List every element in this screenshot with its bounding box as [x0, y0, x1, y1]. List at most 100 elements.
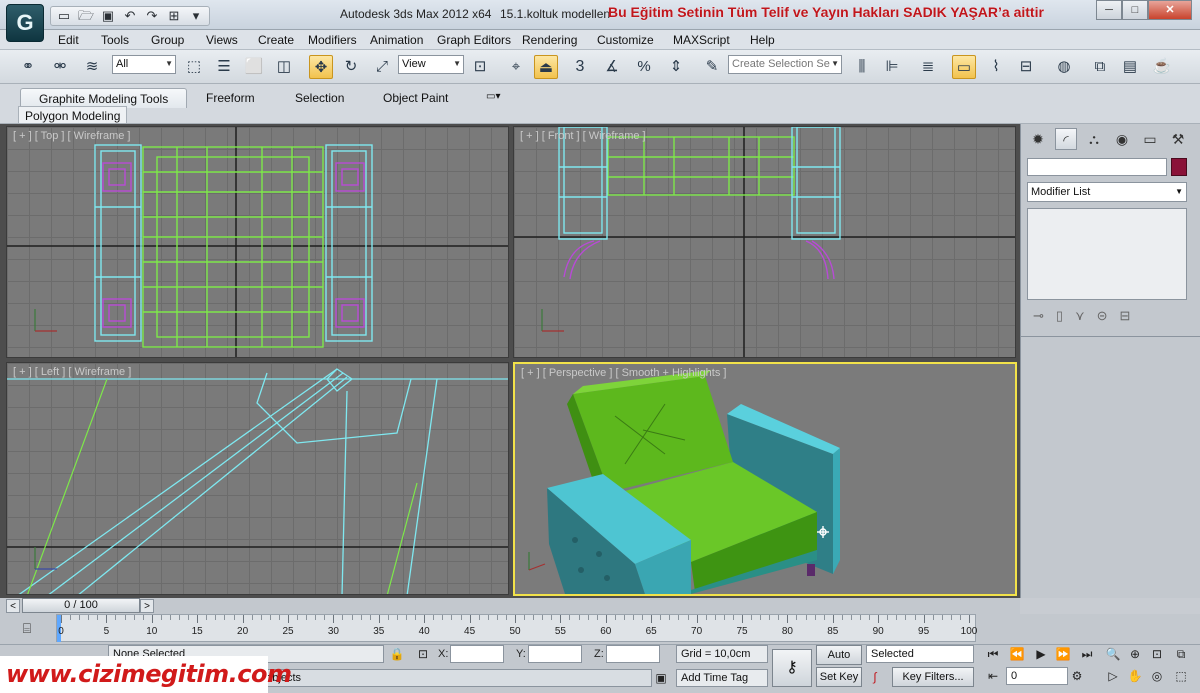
lock-selection-icon[interactable]: 🔒	[388, 645, 406, 663]
modify-tab-icon[interactable]: ◜	[1055, 128, 1077, 150]
quick-access-dropdown-icon[interactable]: ▾	[187, 8, 205, 24]
reference-coordinate-dropdown[interactable]: View	[398, 55, 464, 74]
key-tangents-icon[interactable]: ∫	[866, 668, 884, 686]
material-editor-icon[interactable]: ◍	[1052, 55, 1076, 79]
menu-graph-editors[interactable]: Graph Editors	[437, 33, 511, 47]
x-coordinate-field[interactable]	[450, 645, 504, 663]
zoom-all-icon[interactable]: ⊕	[1126, 645, 1144, 663]
menu-help[interactable]: Help	[750, 33, 775, 47]
menu-edit[interactable]: Edit	[58, 33, 79, 47]
create-tab-icon[interactable]: ✹	[1027, 128, 1049, 150]
menu-animation[interactable]: Animation	[370, 33, 423, 47]
select-and-rotate-icon[interactable]: ↻	[339, 55, 363, 79]
render-setup-icon[interactable]: ⧉	[1088, 55, 1112, 79]
modifier-list-dropdown[interactable]: Modifier List	[1027, 182, 1187, 202]
ribbon-options-icon[interactable]: ▭▾	[486, 88, 500, 108]
zoom-icon[interactable]: 🔍	[1104, 645, 1122, 663]
tab-object-paint[interactable]: Object Paint	[383, 88, 448, 108]
render-production-icon[interactable]: ☕	[1150, 55, 1174, 79]
show-end-result-icon[interactable]: ▯	[1056, 308, 1063, 324]
time-tag-icon[interactable]: ▣	[652, 669, 670, 687]
field-of-view-icon[interactable]: ▷	[1104, 667, 1122, 685]
viewport-label-front[interactable]: [ + ] [ Front ] [ Wireframe ]	[520, 130, 646, 142]
snap-toggle-icon[interactable]: 3	[568, 55, 592, 79]
viewport-perspective[interactable]: [ + ] [ Perspective ] [ Smooth + Highlig…	[513, 362, 1017, 596]
pin-stack-icon[interactable]: ⊸	[1033, 308, 1044, 324]
curve-editor-icon[interactable]: ⌇	[984, 55, 1008, 79]
selection-filter-dropdown[interactable]: All	[112, 55, 176, 74]
named-selection-sets-dropdown[interactable]: Create Selection Se	[728, 55, 842, 74]
zoom-extents-icon[interactable]: ⊡	[1148, 645, 1166, 663]
mirror-icon[interactable]: ⫼	[850, 55, 874, 79]
save-icon[interactable]: ▣	[99, 8, 117, 24]
zoom-extents-all-icon[interactable]: ⧉	[1172, 645, 1190, 663]
time-slider-next-button[interactable]: >	[140, 599, 154, 613]
tab-graphite-modeling-tools[interactable]: Graphite Modeling Tools	[20, 88, 188, 108]
select-manipulate-icon[interactable]: ⌖	[504, 55, 528, 79]
bind-space-warp-icon[interactable]: ≋	[80, 55, 104, 79]
display-tab-icon[interactable]: ▭	[1139, 128, 1161, 150]
motion-tab-icon[interactable]: ◉	[1111, 128, 1133, 150]
object-color-swatch[interactable]	[1171, 158, 1187, 176]
rectangular-selection-icon[interactable]: ⬜	[242, 55, 266, 79]
key-filters-button[interactable]: Key Filters...	[892, 667, 974, 687]
undo-icon[interactable]: ↶	[121, 8, 139, 24]
spinner-snap-icon[interactable]: ⇕	[664, 55, 688, 79]
pivot-center-icon[interactable]: ⊡	[468, 55, 492, 79]
viewport-front[interactable]: [ + ] [ Front ] [ Wireframe ]	[513, 126, 1016, 358]
tab-freeform[interactable]: Freeform	[206, 88, 255, 108]
set-key-button[interactable]: Set Key	[816, 667, 862, 687]
angle-snap-icon[interactable]: ∡	[600, 55, 624, 79]
menu-customize[interactable]: Customize	[597, 33, 654, 47]
menu-create[interactable]: Create	[258, 33, 294, 47]
menu-tools[interactable]: Tools	[101, 33, 129, 47]
default-in-out-tangents-icon[interactable]: ⚷	[772, 649, 812, 687]
track-bar-timeline[interactable]: 0 5 10 15 20 25 30 35 40 45 50 55 60 65 70 75 80 85 90 95 10…	[56, 614, 977, 642]
tab-polygon-modeling[interactable]: Polygon Modeling	[18, 106, 128, 124]
select-and-move-icon[interactable]: ✥	[309, 55, 333, 79]
time-slider-prev-button[interactable]: <	[6, 599, 20, 613]
layer-manager-icon[interactable]: ≣	[916, 55, 940, 79]
select-by-name-icon[interactable]: ☰	[212, 55, 236, 79]
utilities-tab-icon[interactable]: ⚒	[1167, 128, 1189, 150]
remove-modifier-icon[interactable]: ⊝	[1097, 308, 1108, 324]
unlink-icon[interactable]: ⚮	[48, 55, 72, 79]
pan-view-icon[interactable]: ✋	[1126, 667, 1144, 685]
redo-icon[interactable]: ↷	[143, 8, 161, 24]
go-to-start-icon[interactable]: ⏮	[984, 645, 1002, 663]
menu-maxscript[interactable]: MAXScript	[673, 33, 730, 47]
y-coordinate-field[interactable]	[528, 645, 582, 663]
graphite-toggle-icon[interactable]: ▭	[952, 55, 976, 79]
key-mode-dropdown[interactable]: Selected	[866, 645, 974, 663]
project-folder-icon[interactable]: ⊞	[165, 8, 183, 24]
z-coordinate-field[interactable]	[606, 645, 660, 663]
auto-key-button[interactable]: Auto Key	[816, 645, 862, 679]
orbit-icon[interactable]: ◎	[1148, 667, 1166, 685]
open-mini-curve-editor-icon[interactable]: ⌸	[16, 618, 38, 638]
next-frame-icon[interactable]: ⏩	[1054, 645, 1072, 663]
percent-snap-icon[interactable]: %	[632, 55, 656, 79]
new-file-icon[interactable]: ▭	[55, 8, 73, 24]
viewport-label-top[interactable]: [ + ] [ Top ] [ Wireframe ]	[13, 130, 130, 142]
menu-views[interactable]: Views	[206, 33, 238, 47]
align-icon[interactable]: ⊫	[880, 55, 904, 79]
add-time-tag-button[interactable]: Add Time Tag	[676, 669, 768, 687]
hierarchy-tab-icon[interactable]: ⛬	[1083, 128, 1105, 150]
make-unique-icon[interactable]: ⋎	[1075, 308, 1085, 324]
restore-button[interactable]: □	[1122, 0, 1148, 20]
current-frame-field[interactable]: 0	[1006, 667, 1068, 685]
window-crossing-icon[interactable]: ◫	[272, 55, 296, 79]
modifier-stack[interactable]	[1027, 208, 1187, 300]
menu-modifiers[interactable]: Modifiers	[308, 33, 357, 47]
minimize-button[interactable]: ─	[1096, 0, 1122, 20]
tab-selection[interactable]: Selection	[295, 88, 344, 108]
go-to-end-icon[interactable]: ⏭	[1078, 645, 1096, 663]
time-configuration-icon[interactable]: ⚙	[1068, 667, 1086, 685]
time-slider-handle[interactable]: 0 / 100	[22, 598, 140, 613]
keyboard-shortcut-override-icon[interactable]: ⏏	[534, 55, 558, 79]
key-mode-toggle-icon[interactable]: ⇤	[984, 667, 1002, 685]
link-icon[interactable]: ⚭	[16, 55, 40, 79]
rendered-frame-window-icon[interactable]: ▤	[1118, 55, 1142, 79]
edit-named-selection-icon[interactable]: ✎	[700, 55, 724, 79]
maximize-viewport-icon[interactable]: ⬚	[1172, 667, 1190, 685]
